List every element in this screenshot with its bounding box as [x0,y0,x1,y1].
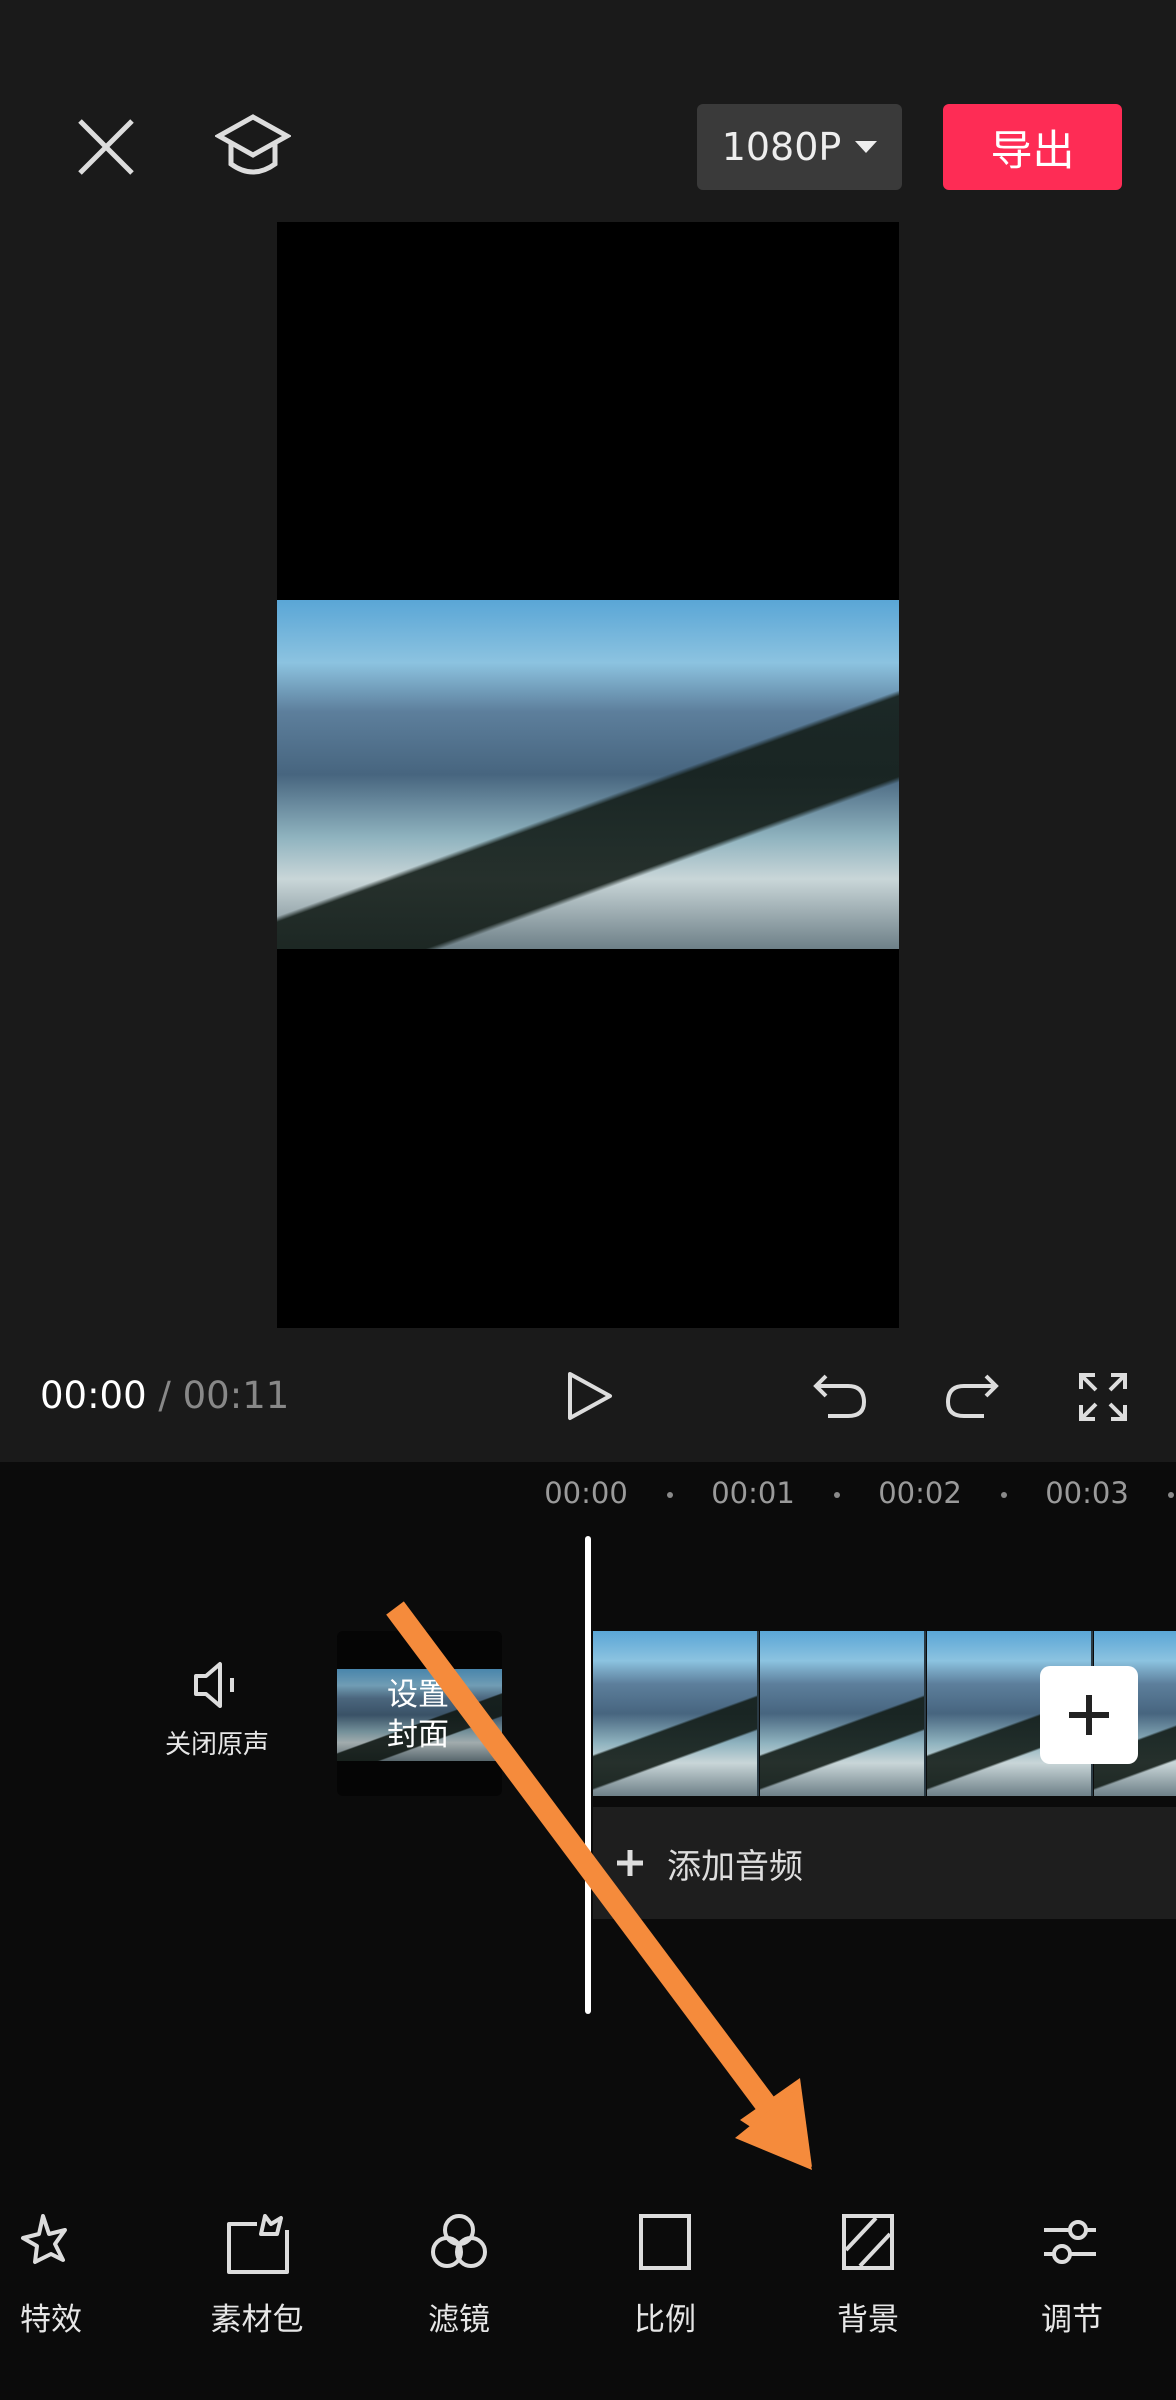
export-button[interactable]: 导出 [943,104,1122,190]
material-pack-icon [227,2214,289,2274]
time-separator: / [158,1374,171,1417]
toolbar-label: 调节 [1041,2302,1103,2338]
toolbar-label: 特效 [20,2302,82,2338]
ruler-label: 00:03 [1045,1476,1129,1510]
toolbar-label: 素材包 [210,2302,304,2338]
toolbar-label: 滤镜 [428,2302,490,2338]
ratio-icon [639,2214,691,2270]
close-icon[interactable] [76,117,136,177]
undo-icon[interactable] [812,1372,868,1420]
toolbar-item-effects[interactable]: 特效 [0,2210,121,2339]
playhead[interactable] [585,1536,591,2014]
redo-icon[interactable] [944,1372,1000,1420]
toolbar-label: 背景 [837,2302,899,2338]
toolbar-label: 比例 [634,2302,696,2338]
add-audio-button[interactable]: 添加音频 [593,1807,1176,1919]
adjust-icon [1044,2220,1096,2264]
total-time: 00:11 [182,1374,290,1417]
play-icon[interactable] [566,1370,614,1422]
cover-label: 设置 [387,1677,449,1713]
resolution-button[interactable]: 1080P [697,104,902,190]
ruler-label: 00:02 [878,1476,962,1510]
toolbar-item-filter[interactable]: 滤镜 [389,2210,529,2339]
add-audio-label: 添加音频 [667,1846,803,1887]
speaker-icon [194,1662,234,1708]
mute-original-button[interactable]: 关闭原声 [150,1660,284,1761]
star-effects-icon [21,2214,67,2264]
video-frame-image [277,600,899,949]
video-preview[interactable] [277,222,899,1328]
ruler-label: 00:00 [544,1476,628,1510]
ruler-label: 00:01 [711,1476,795,1510]
add-clip-button[interactable] [1040,1666,1138,1764]
set-cover-button[interactable]: 设置 封面 [337,1631,502,1796]
resolution-label: 1080P [721,125,842,169]
current-time: 00:00 [40,1374,147,1417]
mute-label: 关闭原声 [164,1730,269,1760]
caret-down-icon [855,141,878,153]
toolbar-item-ratio[interactable]: 比例 [595,2210,735,2339]
plus-icon [617,1850,643,1876]
filter-icon [431,2214,487,2268]
toolbar-item-material-pack[interactable]: 素材包 [187,2210,327,2339]
toolbar-item-background[interactable]: 背景 [798,2210,938,2339]
cover-label: 封面 [387,1717,449,1753]
fullscreen-icon[interactable] [1078,1372,1128,1422]
background-icon [842,2214,894,2270]
graduation-cap-icon[interactable] [215,112,291,182]
toolbar-item-adjust[interactable]: 调节 [1002,2210,1142,2339]
plus-icon [1069,1695,1109,1735]
time-display: 00:00 / 00:11 [40,1374,289,1417]
